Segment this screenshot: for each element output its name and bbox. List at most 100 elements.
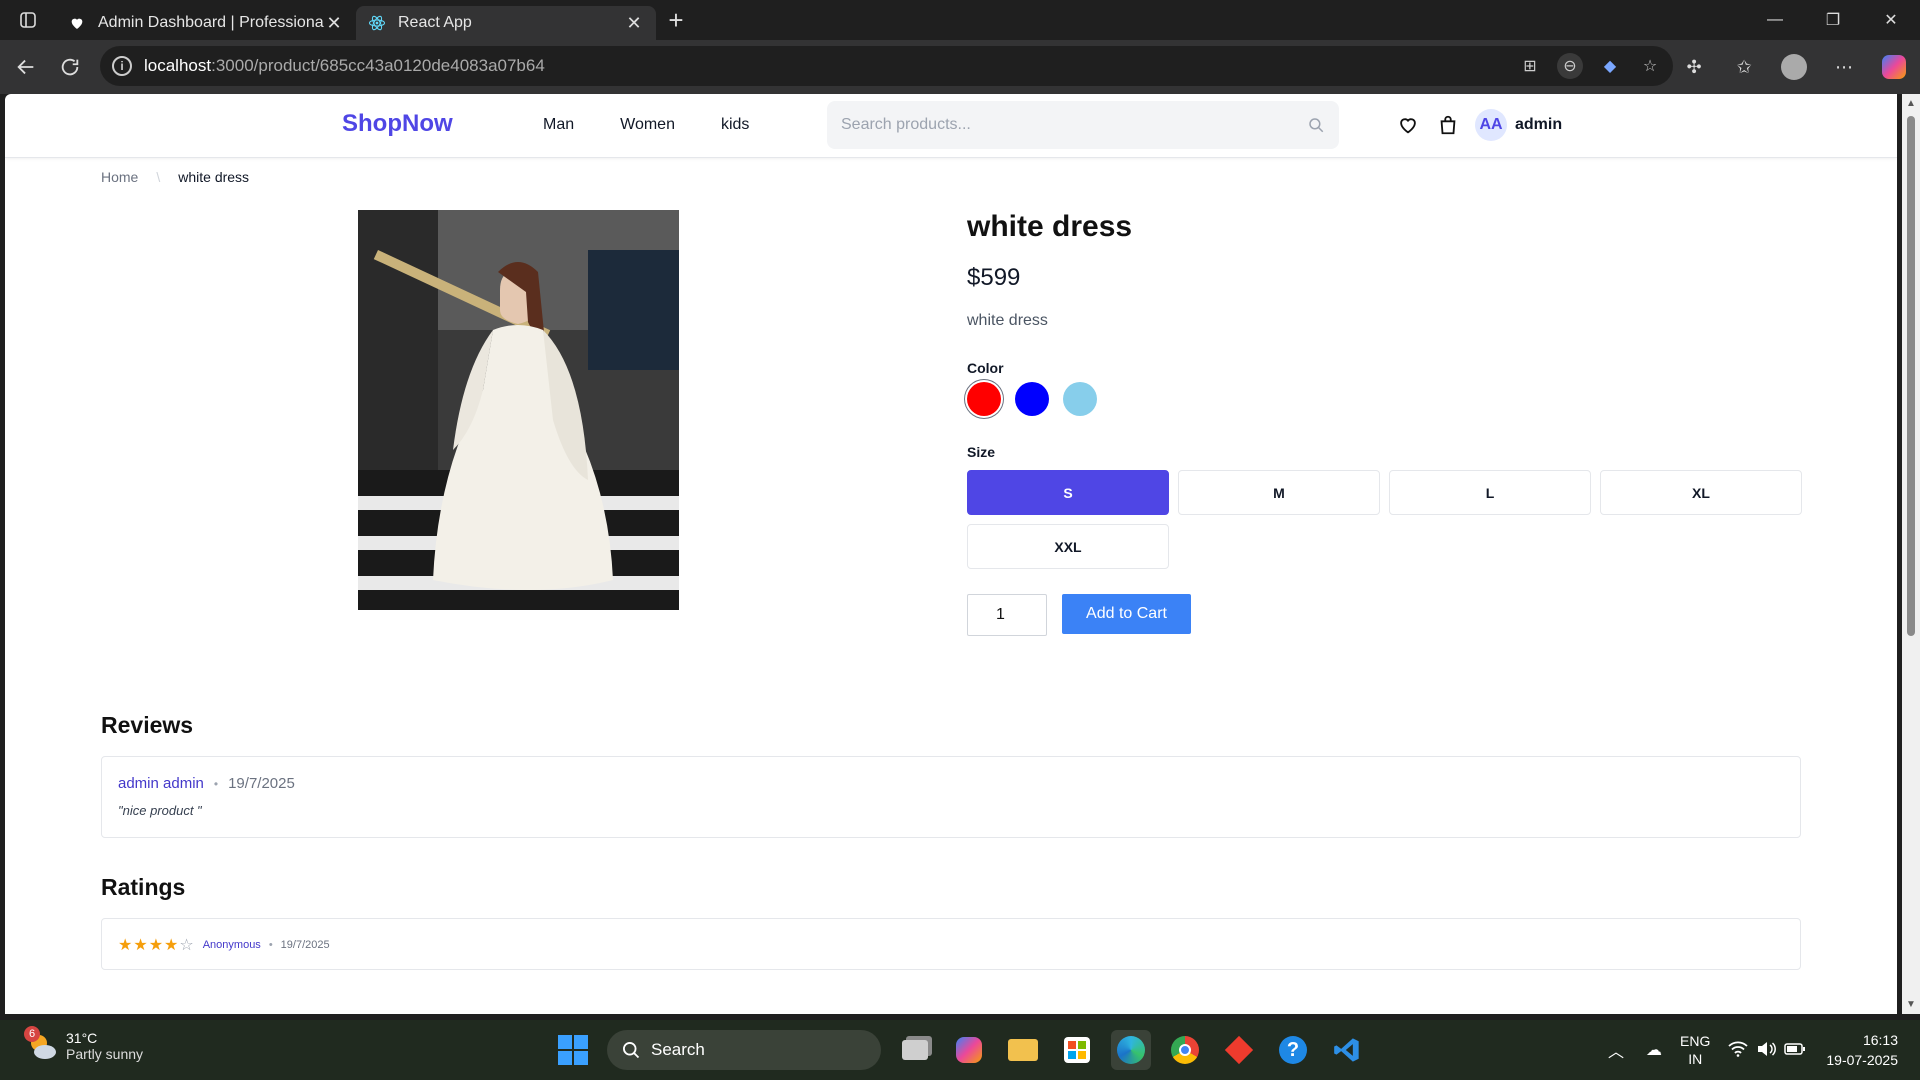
help-icon[interactable]: ? [1273, 1030, 1313, 1070]
microsoft-store-icon[interactable] [1057, 1030, 1097, 1070]
battery-icon[interactable] [1784, 1042, 1806, 1059]
copilot-app-icon[interactable] [949, 1030, 989, 1070]
size-button-l[interactable]: L [1389, 470, 1591, 515]
star-empty-icon: ☆ [179, 937, 195, 954]
favorite-star-icon[interactable]: ☆ [1637, 53, 1663, 79]
product-description: white dress [967, 312, 1048, 329]
taskbar-search[interactable]: Search [607, 1030, 881, 1070]
url-text[interactable]: localhost:3000/product/685cc43a0120de408… [144, 56, 545, 76]
minimize-icon[interactable]: — [1746, 0, 1804, 40]
rating-card: ★★★★☆ Anonymous • 19/7/2025 [101, 918, 1801, 970]
color-options [967, 382, 1097, 416]
tab-title: React App [398, 14, 472, 31]
review-date: 19/7/2025 [228, 775, 295, 792]
scroll-down-icon[interactable]: ▼ [1905, 999, 1917, 1010]
color-swatch-sky-blue[interactable] [1063, 382, 1097, 416]
show-hidden-icons-icon[interactable]: ︿ [1608, 1038, 1624, 1062]
cart-bag-icon[interactable] [1435, 108, 1461, 142]
product-image [358, 210, 679, 610]
clock[interactable]: 16:13 19-07-2025 [1826, 1030, 1898, 1070]
start-button-icon[interactable] [553, 1030, 593, 1070]
clock-date: 19-07-2025 [1826, 1052, 1898, 1068]
partly-sunny-icon: 6 [24, 1026, 58, 1062]
edge-browser-icon[interactable] [1111, 1030, 1151, 1070]
reviews-heading: Reviews [101, 712, 194, 738]
onedrive-sync-icon[interactable]: ☁ [1646, 1040, 1662, 1060]
add-to-cart-button[interactable]: Add to Cart [1062, 594, 1191, 634]
file-explorer-icon[interactable] [1003, 1030, 1043, 1070]
more-menu-icon[interactable]: ⋯ [1828, 51, 1860, 83]
back-icon[interactable] [4, 45, 48, 89]
user-avatar[interactable]: AA [1475, 109, 1507, 141]
weather-text: Partly sunny [66, 1046, 144, 1062]
scroll-up-icon[interactable]: ▲ [1905, 98, 1917, 109]
heart-favicon-icon [68, 14, 86, 32]
breadcrumb-home-link[interactable]: Home [101, 169, 138, 185]
search-box [827, 101, 1339, 149]
size-button-m[interactable]: M [1178, 470, 1380, 515]
site-header: ShopNow Man Women kids AA admin [5, 94, 1897, 158]
address-bar[interactable]: i localhost:3000/product/685cc43a0120de4… [100, 46, 1673, 86]
anydesk-icon[interactable] [1219, 1030, 1259, 1070]
profile-avatar-icon[interactable] [1778, 51, 1810, 83]
close-window-icon[interactable]: ✕ [1862, 0, 1920, 40]
color-swatch-red[interactable] [967, 382, 1001, 416]
tab-react-app[interactable]: React App ✕ [356, 6, 656, 40]
tab-close-icon[interactable]: ✕ [324, 13, 344, 34]
windows-taskbar: 6 31°C Partly sunny Search ? ︿ ☁ ENG IN [0, 1020, 1920, 1080]
nav-link-women[interactable]: Women [620, 116, 675, 134]
volume-icon[interactable] [1756, 1041, 1777, 1060]
copilot-icon[interactable] [1878, 51, 1910, 83]
extensions-icon[interactable]: ✣ [1678, 51, 1710, 83]
main-nav: Man Women kids [543, 116, 749, 134]
chrome-icon[interactable] [1165, 1030, 1205, 1070]
web-page: ShopNow Man Women kids AA admin Home \ w… [5, 94, 1897, 1014]
review-text: "nice product " [118, 803, 202, 818]
search-icon[interactable] [1307, 116, 1325, 134]
color-swatch-blue[interactable] [1015, 382, 1049, 416]
weather-widget[interactable]: 6 31°C Partly sunny [24, 1026, 144, 1062]
review-card: admin admin • 19/7/2025 "nice product " [101, 756, 1801, 838]
language-indicator[interactable]: ENG IN [1680, 1032, 1710, 1068]
separator-dot: • [268, 939, 273, 951]
star-icon: ★ [164, 937, 180, 954]
clock-time: 16:13 [1862, 1032, 1898, 1048]
size-button-xxl[interactable]: XXL [967, 524, 1169, 569]
star-icon: ★ [133, 937, 149, 954]
size-button-xl[interactable]: XL [1600, 470, 1802, 515]
star-icon: ★ [148, 937, 165, 954]
coupon-tag-icon[interactable]: ◆ [1597, 53, 1623, 79]
tab-admin-dashboard[interactable]: Admin Dashboard | Professional M ✕ [56, 6, 356, 40]
tab-title: Admin Dashboard | Professional M [98, 14, 324, 31]
weather-badge: 6 [24, 1026, 40, 1042]
new-tab-button[interactable]: + [656, 0, 696, 40]
size-label: Size [967, 444, 996, 460]
vscode-icon[interactable] [1327, 1030, 1367, 1070]
wifi-icon[interactable] [1728, 1041, 1748, 1060]
color-label: Color [967, 360, 1004, 376]
tab-close-icon[interactable]: ✕ [624, 13, 644, 34]
temperature: 31°C [66, 1030, 98, 1046]
size-options: S M L XL XXL [967, 470, 1803, 569]
restore-icon[interactable]: ❐ [1804, 0, 1862, 40]
favorites-icon[interactable]: ✩ [1728, 51, 1760, 83]
reload-icon[interactable] [48, 45, 92, 89]
breadcrumb: Home \ white dress [101, 169, 249, 185]
system-tray: ︿ ☁ ENG IN 16:13 19-07-2025 [1608, 1020, 1920, 1080]
separator-dot: • [213, 776, 219, 791]
wishlist-heart-icon[interactable] [1395, 108, 1421, 142]
site-info-icon[interactable]: i [112, 56, 132, 76]
page-scrollbar[interactable]: ▲ ▼ [1902, 94, 1920, 1014]
shop-logo[interactable]: ShopNow [342, 110, 453, 138]
search-input[interactable] [841, 116, 1307, 134]
nav-link-kids[interactable]: kids [721, 116, 749, 134]
nav-link-man[interactable]: Man [543, 116, 574, 134]
quantity-input[interactable]: 1 [967, 594, 1047, 636]
app-available-icon[interactable]: ⊞ [1517, 53, 1543, 79]
scrollbar-thumb[interactable] [1907, 116, 1915, 636]
zoom-out-icon[interactable]: ⊖ [1557, 53, 1583, 79]
task-view-icon[interactable] [895, 1030, 935, 1070]
username-label[interactable]: admin [1515, 116, 1562, 134]
tab-actions-button[interactable] [0, 0, 56, 40]
size-button-s[interactable]: S [967, 470, 1169, 515]
